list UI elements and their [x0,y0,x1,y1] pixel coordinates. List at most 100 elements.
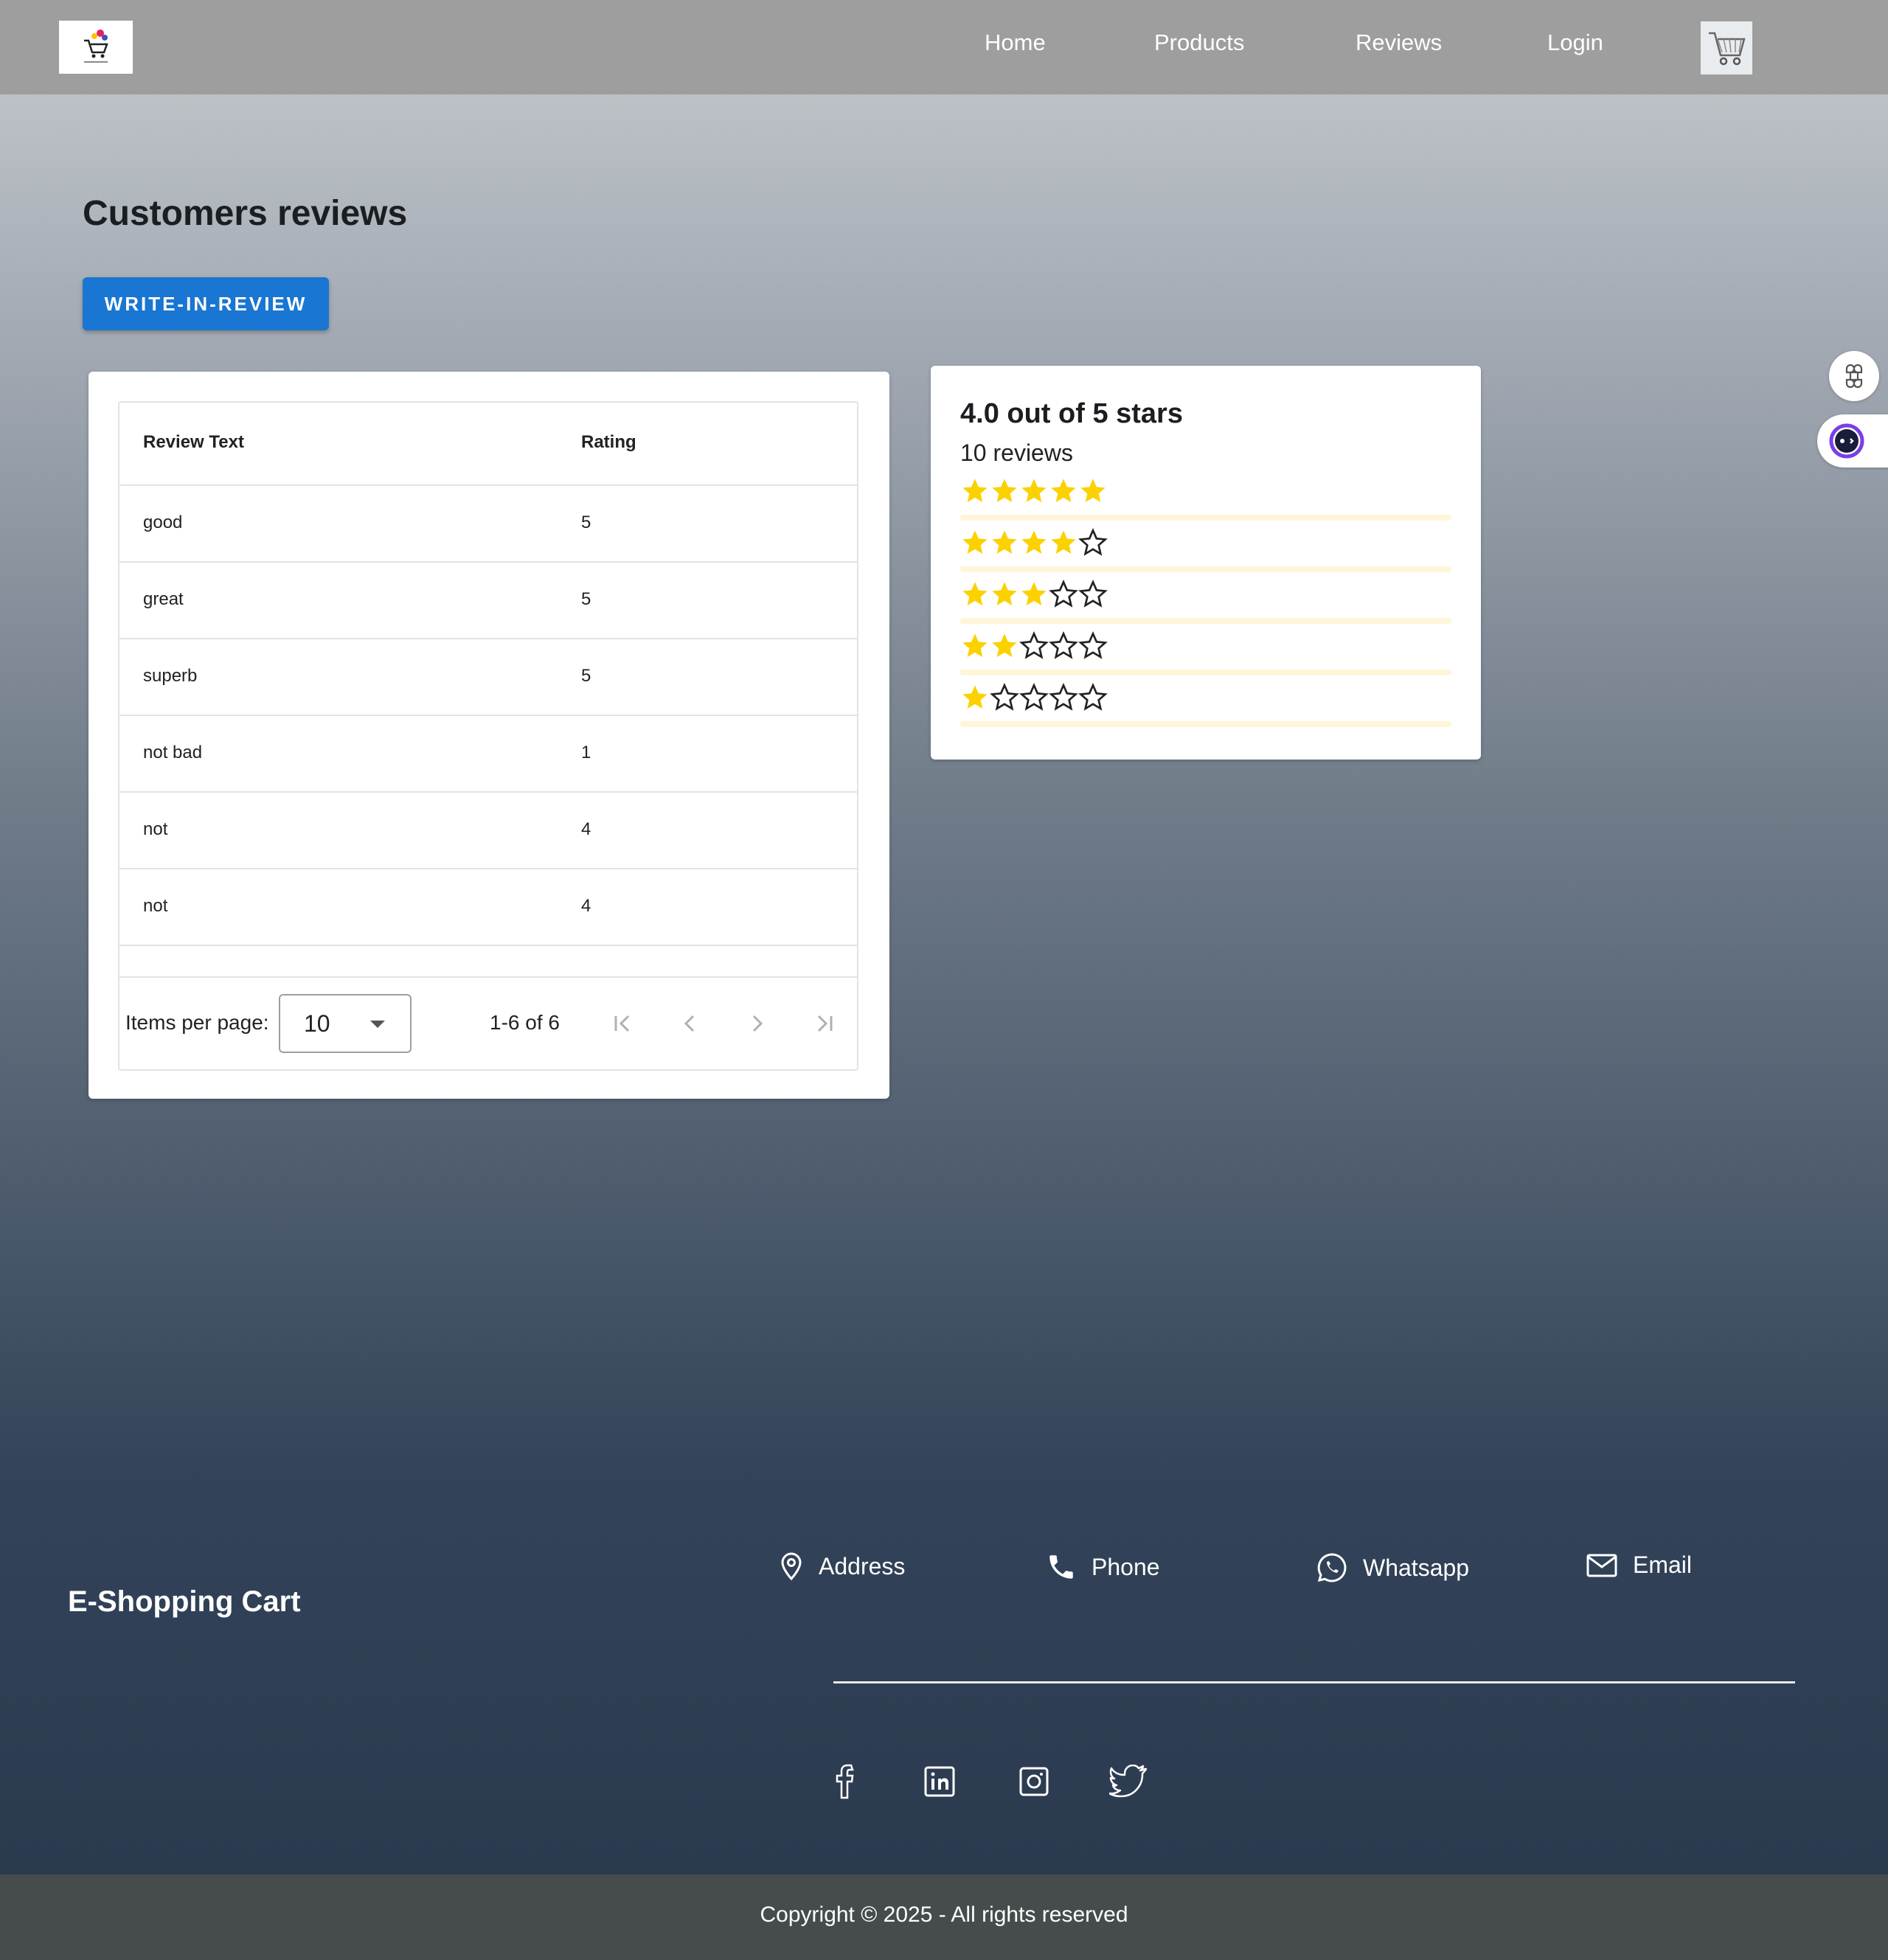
mail-icon [1586,1554,1617,1577]
column-header-review-text[interactable]: Review Text [143,432,244,453]
chevron-left-icon [684,1015,695,1032]
first-page-icon [614,1015,630,1032]
table-row: good 5 [119,486,857,563]
first-page-button[interactable] [602,1003,643,1044]
rating-distribution-bar [960,670,1451,675]
contact-whatsapp[interactable]: Whatsapp [1316,1551,1469,1584]
shopping-cart-icon [1709,32,1746,66]
star-filled-icon [962,685,988,709]
rating-cell: 5 [581,666,591,686]
star-filled-icon [1051,479,1076,502]
star-outline-icon [1078,631,1108,659]
star-group [960,476,1108,506]
contact-phone-label: Phone [1092,1553,1160,1580]
table-row: not bad 1 [119,716,857,793]
review-text-cell: great [143,589,184,609]
facebook-icon [836,1764,854,1799]
last-page-icon [817,1015,833,1032]
star-filled-icon [992,633,1017,657]
star-outline-icon [1078,528,1108,556]
copyright-text: Copyright © 2025 - All rights reserved [760,1902,1128,1927]
star-outline-icon [1019,683,1049,711]
contact-address-label: Address [819,1552,906,1580]
apps-widget-button[interactable] [1829,351,1879,401]
star-filled-icon [1021,479,1047,502]
star-outline-icon [1019,631,1049,659]
nav-home[interactable]: Home [985,29,1046,56]
linkedin-link[interactable] [919,1761,960,1802]
star-filled-icon [992,479,1017,502]
rating-row-3-stars[interactable] [960,580,1451,631]
assistant-widget-button[interactable] [1817,414,1888,468]
star-group [960,683,1108,712]
review-count: 10 reviews [960,439,1073,466]
phone-icon [1049,1555,1073,1579]
nav-login[interactable]: Login [1547,29,1603,56]
next-page-button[interactable] [736,1003,777,1044]
star-filled-icon [992,582,1017,605]
items-per-page-select[interactable]: 10 [279,994,412,1053]
star-filled-icon [962,582,988,605]
table-row: superb 5 [119,639,857,716]
page-range-label: 1-6 of 6 [490,1011,560,1034]
star-outline-icon [990,683,1019,711]
star-filled-icon [962,530,988,554]
table-spacer-row [119,946,857,978]
rating-row-5-stars[interactable] [960,476,1451,528]
star-filled-icon [992,530,1017,554]
items-per-page-value: 10 [304,1010,330,1037]
rating-cell: 5 [581,589,591,609]
review-text-cell: good [143,512,183,532]
star-filled-icon [1080,479,1106,502]
nav-products[interactable]: Products [1154,29,1244,56]
twitter-link[interactable] [1108,1761,1149,1802]
footer-brand: E-Shopping Cart [68,1585,301,1618]
table-row: not 4 [119,793,857,869]
table-row: not 4 [119,869,857,946]
rating-cell: 4 [581,896,591,916]
rating-cell: 5 [581,512,591,532]
contact-email-label: Email [1633,1551,1693,1578]
top-navbar: Home Products Reviews Login [0,0,1888,94]
shop-logo[interactable] [59,21,133,74]
page-title: Customers reviews [83,194,408,233]
star-filled-icon [1021,582,1047,605]
location-pin-icon [781,1552,802,1581]
star-outline-icon [1049,580,1078,608]
instagram-link[interactable] [1013,1761,1055,1802]
rating-row-4-stars[interactable] [960,528,1451,580]
linkedin-icon [924,1766,955,1797]
footer-divider [833,1681,1795,1683]
table-paginator: Items per page: 10 1-6 of 6 [119,978,857,1069]
star-filled-icon [962,479,988,502]
rating-distribution-bar [960,721,1451,727]
star-group [960,631,1108,661]
star-group [960,528,1108,557]
star-group [960,580,1108,609]
rating-row-1-stars[interactable] [960,683,1451,734]
star-filled-icon [962,633,988,657]
cart-button[interactable] [1701,21,1752,74]
rating-row-2-stars[interactable] [960,631,1451,683]
star-outline-icon [1078,683,1108,711]
star-outline-icon [1049,631,1078,659]
table-row: great 5 [119,563,857,639]
rating-distribution-bar [960,618,1451,624]
previous-page-button[interactable] [670,1003,711,1044]
command-icon [1845,364,1863,389]
items-per-page-label: Items per page: [125,1011,269,1034]
cart-logo-icon [84,29,108,63]
chevron-right-icon [752,1015,763,1032]
facebook-link[interactable] [826,1761,867,1802]
column-header-rating[interactable]: Rating [581,432,636,453]
whatsapp-icon [1317,1553,1347,1582]
contact-phone[interactable]: Phone [1046,1551,1160,1582]
nav-reviews[interactable]: Reviews [1356,29,1442,56]
assistant-face-icon [1829,423,1864,459]
review-text-cell: not [143,819,168,839]
write-review-button[interactable]: WRITE-IN-REVIEW [83,277,329,330]
rating-distribution-bar [960,566,1451,572]
contact-address[interactable]: Address [779,1551,905,1581]
last-page-button[interactable] [804,1003,845,1044]
contact-email[interactable]: Email [1586,1551,1692,1579]
